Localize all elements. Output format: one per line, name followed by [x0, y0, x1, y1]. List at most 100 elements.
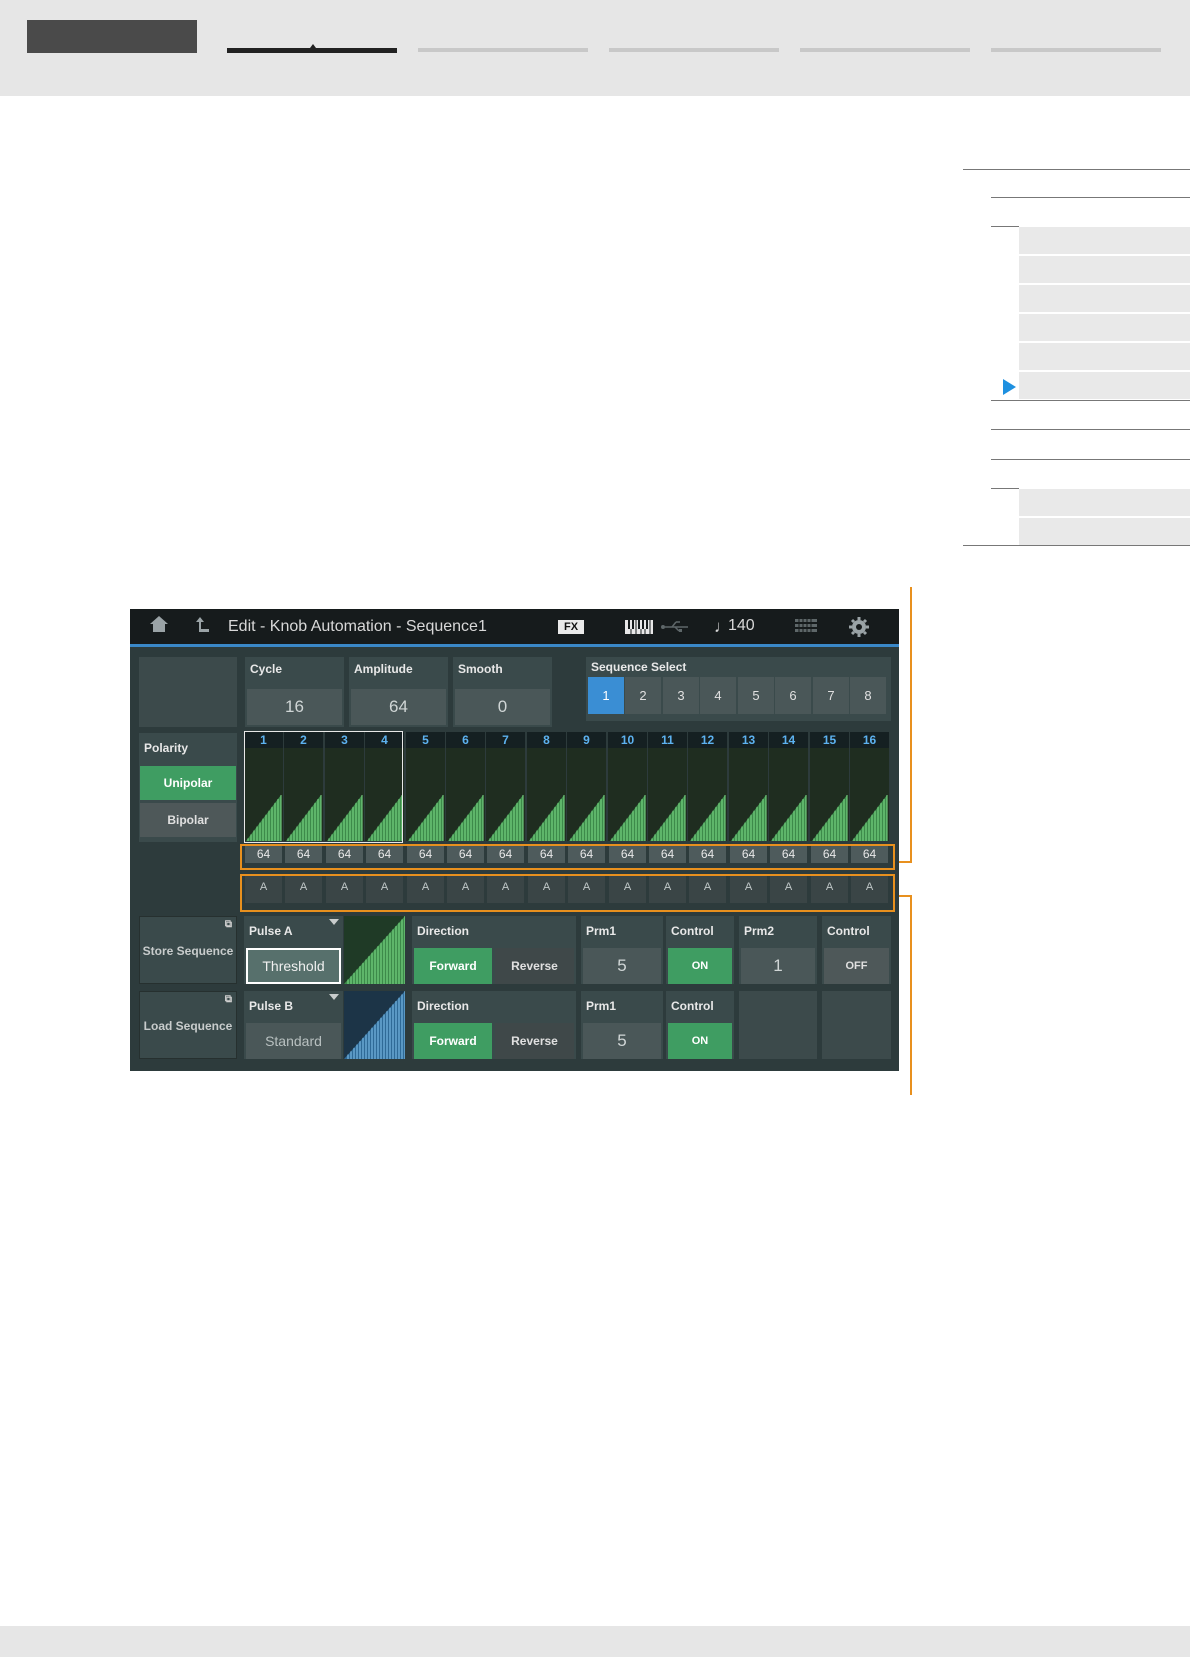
prm1-label: Prm1 — [586, 924, 617, 938]
polarity-label: Polarity — [144, 741, 189, 755]
smooth-label: Smooth — [458, 662, 503, 676]
pulse-b-type[interactable]: Standard — [246, 1023, 341, 1059]
step-bar[interactable] — [648, 748, 687, 841]
chapter-tab[interactable] — [27, 20, 197, 53]
sequence-button-8[interactable]: 8 — [850, 677, 886, 714]
load-sequence-button[interactable]: Load Sequence ⧉ — [139, 991, 237, 1059]
cycle-panel[interactable]: Cycle 16 — [245, 657, 344, 727]
empty-cell — [139, 657, 237, 727]
toc-subitem-current[interactable] — [1019, 371, 1190, 399]
pulse-a-forward-button[interactable]: Forward — [414, 948, 492, 984]
screen-title: Edit - Knob Automation - Sequence1 — [228, 618, 487, 635]
direction-label: Direction — [417, 924, 470, 938]
empty-cell — [822, 991, 891, 1059]
pulse-a-waveform — [344, 916, 405, 984]
footer-band — [0, 1626, 1190, 1657]
toc-bottom-rule — [963, 545, 1190, 546]
tab-pointer — [310, 44, 316, 48]
step-bar[interactable] — [486, 748, 525, 841]
step-bar[interactable] — [729, 748, 768, 841]
step-bar[interactable] — [567, 748, 606, 841]
step-bar[interactable] — [365, 748, 404, 841]
pulse-a-prm1-value-box[interactable]: 5 — [583, 948, 661, 984]
pulse-a-control-panel: Control ON — [666, 916, 734, 984]
step-number: 16 — [850, 732, 889, 748]
step-bar[interactable] — [688, 748, 727, 841]
pulse-b-forward-button[interactable]: Forward — [414, 1023, 492, 1059]
dropdown-arrow-icon — [329, 919, 339, 925]
step-bar[interactable] — [244, 748, 283, 841]
step-bar[interactable] — [810, 748, 849, 841]
pulse-b-prm1-panel[interactable]: Prm1 5 — [581, 991, 663, 1059]
store-sequence-button[interactable]: Store Sequence ⧉ — [139, 916, 237, 984]
pulse-a-prm1-panel[interactable]: Prm1 5 — [581, 916, 663, 984]
toc-item[interactable] — [991, 197, 1190, 225]
tempo-value[interactable]: 140 — [728, 617, 755, 635]
step-bar[interactable] — [325, 748, 364, 841]
cycle-value-box[interactable]: 16 — [247, 689, 342, 725]
callout-line — [910, 587, 912, 863]
tab-indicator[interactable] — [418, 48, 588, 52]
step-bar[interactable] — [527, 748, 566, 841]
pulse-a-prm1-value: 5 — [617, 956, 627, 975]
toc-subitem[interactable] — [1019, 342, 1190, 370]
step-bar[interactable] — [850, 748, 889, 841]
gear-icon[interactable] — [848, 616, 870, 643]
pulse-a-prm2-value: 1 — [773, 956, 783, 975]
up-arrow-icon[interactable] — [192, 615, 212, 640]
step-bar[interactable] — [608, 748, 647, 841]
pulse-a-control-on-button[interactable]: ON — [668, 948, 732, 984]
sequence-button-1[interactable]: 1 — [588, 677, 624, 714]
amplitude-value-box[interactable]: 64 — [351, 689, 446, 725]
amplitude-panel[interactable]: Amplitude 64 — [349, 657, 448, 727]
cycle-value: 16 — [285, 697, 304, 716]
step-bar[interactable] — [406, 748, 445, 841]
toc-subitem[interactable] — [1019, 226, 1190, 254]
home-icon[interactable] — [148, 613, 170, 640]
step-bar[interactable] — [446, 748, 485, 841]
sequence-button-3[interactable]: 3 — [663, 677, 699, 714]
pulse-b-prm1-value-box[interactable]: 5 — [583, 1023, 661, 1059]
keyboard-icon — [625, 618, 653, 641]
tab-indicator[interactable] — [609, 48, 779, 52]
toc-item[interactable] — [991, 429, 1190, 457]
toc-subitem[interactable] — [1019, 284, 1190, 312]
step-value-callout — [240, 844, 895, 870]
toc-subitem[interactable] — [1019, 255, 1190, 283]
bipolar-button[interactable]: Bipolar — [140, 803, 236, 837]
step-number: 12 — [688, 732, 727, 748]
tab-indicator[interactable] — [991, 48, 1161, 52]
smooth-panel[interactable]: Smooth 0 — [453, 657, 552, 727]
pulse-b-control-on-button[interactable]: ON — [668, 1023, 732, 1059]
smooth-value-box[interactable]: 0 — [455, 689, 550, 725]
pulse-a-control-off-button[interactable]: OFF — [824, 948, 889, 984]
pulse-b-panel[interactable]: Pulse B Standard — [244, 991, 343, 1059]
sequence-button-2[interactable]: 2 — [625, 677, 661, 714]
toc-item[interactable] — [991, 400, 1190, 428]
title-bar: Edit - Knob Automation - Sequence1 FX ♩ … — [130, 609, 899, 647]
toc-subitem[interactable] — [1019, 488, 1190, 516]
tab-indicator[interactable] — [800, 48, 970, 52]
sequence-button-5[interactable]: 5 — [738, 677, 774, 714]
unipolar-button[interactable]: Unipolar — [140, 766, 236, 800]
fx-badge[interactable]: FX — [558, 620, 584, 634]
pulse-a-type[interactable]: Threshold — [246, 948, 341, 984]
toc-item[interactable] — [991, 459, 1190, 487]
pulse-a-reverse-button[interactable]: Reverse — [495, 948, 574, 984]
pulse-a-prm2-value-box[interactable]: 1 — [741, 948, 815, 984]
cycle-label: Cycle — [250, 662, 283, 676]
sequence-button-6[interactable]: 6 — [775, 677, 811, 714]
amplitude-label: Amplitude — [354, 662, 413, 676]
pulse-a-panel[interactable]: Pulse A Threshold — [244, 916, 343, 984]
toc-item[interactable] — [963, 169, 1190, 197]
grid-icon[interactable] — [795, 618, 817, 641]
tab-indicator-active[interactable] — [227, 48, 397, 53]
pulse-b-reverse-button[interactable]: Reverse — [495, 1023, 574, 1059]
toc-subitem[interactable] — [1019, 313, 1190, 341]
toc-subitem[interactable] — [1019, 517, 1190, 545]
step-bar[interactable] — [284, 748, 323, 841]
sequence-button-4[interactable]: 4 — [700, 677, 736, 714]
step-bar[interactable] — [769, 748, 808, 841]
pulse-a-prm2-panel[interactable]: Prm2 1 — [739, 916, 817, 984]
sequence-button-7[interactable]: 7 — [813, 677, 849, 714]
